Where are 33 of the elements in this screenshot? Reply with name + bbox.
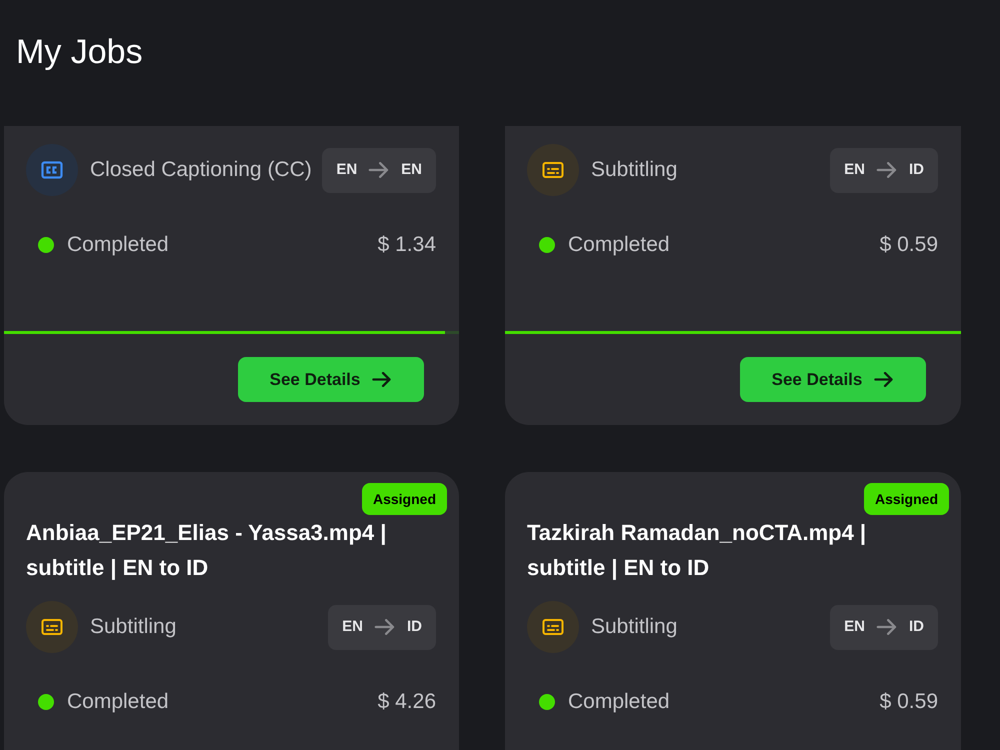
job-status-badge: Assigned	[864, 483, 949, 515]
service-name: Subtitling	[90, 614, 178, 640]
job-status-badge: Assigned	[362, 483, 447, 515]
arrow-right-icon	[876, 162, 898, 178]
service-name: Closed Captioning (CC)	[90, 157, 313, 184]
see-details-button[interactable]: See Details	[740, 357, 926, 402]
language-code: EN	[844, 160, 865, 180]
price-label: $ 4.26	[378, 689, 436, 716]
status-label: Completed	[568, 232, 671, 258]
arrow-right-icon	[876, 619, 898, 635]
status-label: Completed	[67, 232, 170, 258]
price-label: $ 0.59	[880, 689, 938, 716]
language-code: ID	[407, 616, 422, 637]
service-name: Subtitling	[591, 157, 678, 184]
job-title: Tazkirah Ramadan_noCTA.mp4 | subtitle | EN to ID	[527, 519, 868, 582]
status-label: Completed	[568, 689, 671, 716]
price-label: $ 1.34	[378, 232, 436, 258]
language-code: EN	[342, 616, 363, 637]
price-label: $ 0.59	[880, 232, 938, 258]
arrow-right-icon	[374, 619, 396, 635]
status-label: Completed	[67, 689, 170, 716]
language-code: ID	[909, 160, 924, 180]
language-code: EN	[401, 160, 422, 180]
see-details-button[interactable]: See Details	[238, 357, 424, 402]
arrow-right-icon	[372, 372, 392, 387]
arrow-right-icon	[368, 162, 390, 178]
arrow-right-icon	[874, 372, 894, 387]
job-title: Anbiaa_EP21_Elias - Yassa3.mp4 | subtitle | EN to ID	[26, 519, 388, 582]
language-code: EN	[844, 616, 865, 637]
language-code: ID	[909, 616, 924, 637]
service-name: Subtitling	[591, 614, 678, 640]
page-title: My Jobs	[16, 32, 143, 72]
language-code: EN	[336, 160, 358, 180]
